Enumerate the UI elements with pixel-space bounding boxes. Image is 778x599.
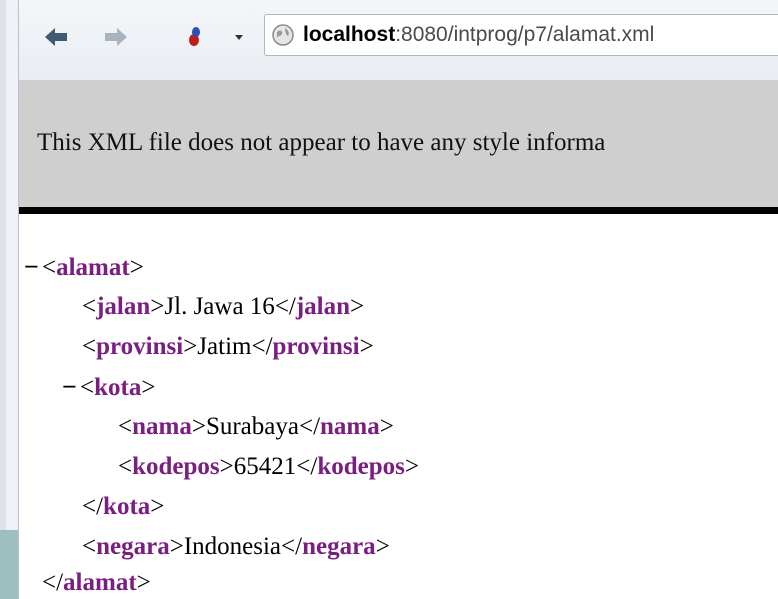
browser-toolbar: localhost:8080/intprog/p7/alamat.xml <box>19 0 778 81</box>
collapse-toggle-alamat[interactable]: − <box>24 252 42 282</box>
tag-name: kodepos <box>317 453 405 480</box>
tag-name: nama <box>132 413 192 440</box>
url-path: :8080/intprog/p7/alamat.xml <box>395 23 655 46</box>
chevron-down-icon <box>235 35 243 40</box>
tag-name: provinsi <box>96 333 184 360</box>
xml-line-kota-close: </kota> <box>82 493 165 520</box>
addon-icon <box>189 27 200 46</box>
tag-name: jalan <box>96 293 151 320</box>
back-button[interactable] <box>41 22 71 52</box>
xml-line-jalan: <jalan>Jl. Jawa 16</jalan> <box>82 293 365 320</box>
tag-name: kota <box>94 374 142 401</box>
forward-button[interactable] <box>101 22 131 52</box>
xml-line-alamat-open: − <alamat> <box>24 252 144 282</box>
tag-value: Jatim <box>197 333 252 360</box>
notice-text: This XML file does not appear to have an… <box>37 129 606 156</box>
tag-name: kota <box>103 493 151 520</box>
url-text: localhost:8080/intprog/p7/alamat.xml <box>303 23 654 47</box>
xml-line-nama: <nama>Surabaya</nama> <box>118 413 394 440</box>
xml-line-negara: <negara>Indonesia</negara> <box>82 533 390 560</box>
addon-button[interactable] <box>179 22 209 52</box>
forward-arrow-icon <box>105 28 127 46</box>
globe-icon <box>271 23 295 47</box>
xml-line-alamat-close: </alamat> <box>42 569 151 596</box>
url-host: localhost <box>303 23 396 46</box>
xml-line-kodepos: <kodepos>65421</kodepos> <box>118 453 419 480</box>
xml-style-notice: This XML file does not appear to have an… <box>19 81 778 207</box>
tag-name: negara <box>302 533 376 560</box>
address-bar[interactable]: localhost:8080/intprog/p7/alamat.xml <box>264 14 778 56</box>
tag-name: kodepos <box>132 453 220 480</box>
tag-value: Indonesia <box>183 533 282 560</box>
xml-line-provinsi: <provinsi>Jatim</provinsi> <box>82 333 374 360</box>
collapse-toggle-kota[interactable]: − <box>62 372 80 402</box>
window-edge-inner <box>0 0 6 530</box>
taskbar-edge <box>0 530 18 599</box>
tag-name: alamat <box>63 569 137 596</box>
tag-name: provinsi <box>272 333 360 360</box>
tag-name: alamat <box>56 254 130 281</box>
tag-name: nama <box>320 413 380 440</box>
tag-value: 65421 <box>233 453 297 480</box>
tag-name: jalan <box>295 293 351 320</box>
tag-value: Surabaya <box>205 413 299 440</box>
tag-name: negara <box>96 533 170 560</box>
xml-line-kota-open: − <kota> <box>62 372 156 402</box>
history-dropdown[interactable] <box>227 22 251 52</box>
tag-value: Jl. Jawa 16 <box>164 293 275 320</box>
back-arrow-icon <box>45 28 67 46</box>
notice-divider <box>19 207 778 214</box>
